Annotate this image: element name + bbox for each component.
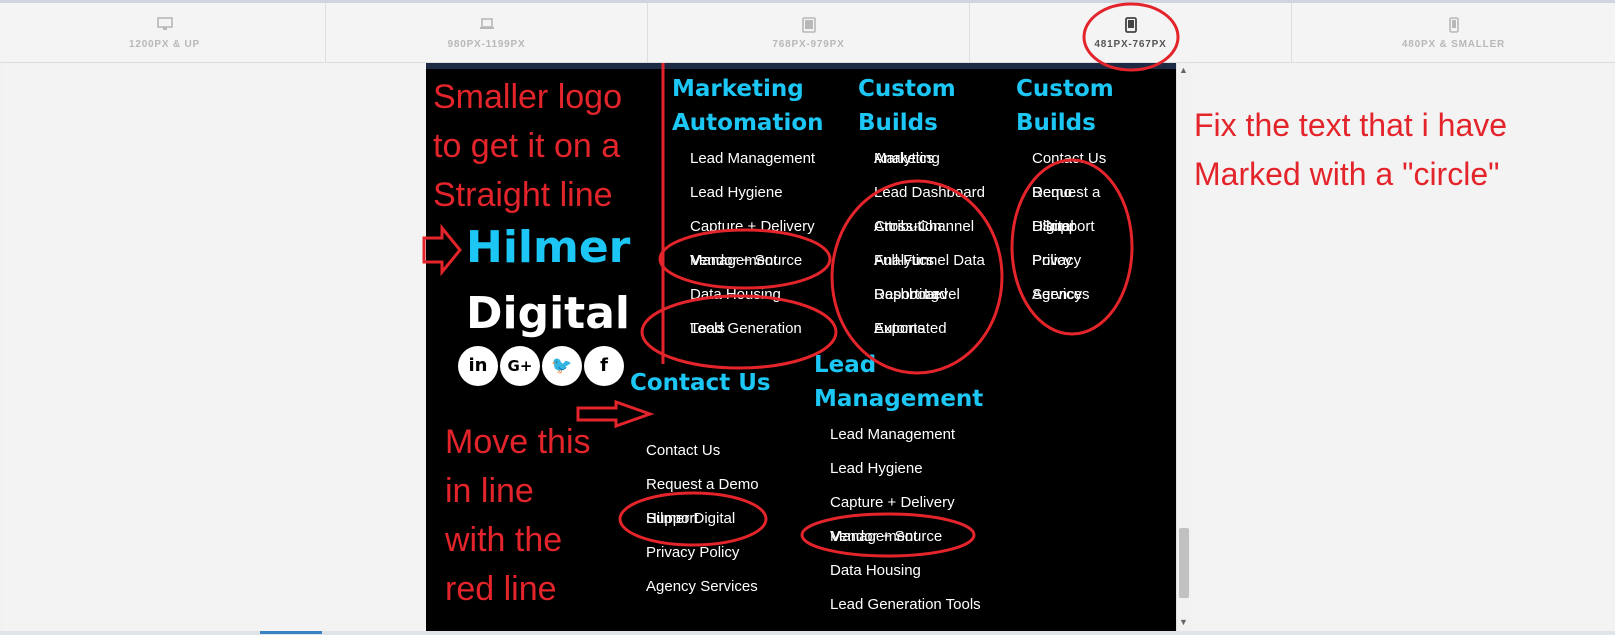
arrow-to-logo	[422, 223, 462, 277]
circle-vendor-source-2	[800, 512, 976, 558]
arrow-to-contact	[576, 399, 655, 429]
circle-custom-builds-1	[830, 179, 1004, 375]
circle-hilmer-digital	[618, 491, 768, 547]
circle-custom-builds-2	[1010, 158, 1134, 336]
circle-lead-generation	[640, 294, 838, 370]
active-breakpoint-circle	[1082, 2, 1180, 72]
circle-vendor-source	[658, 228, 832, 290]
annotation-marks	[422, 2, 1180, 558]
